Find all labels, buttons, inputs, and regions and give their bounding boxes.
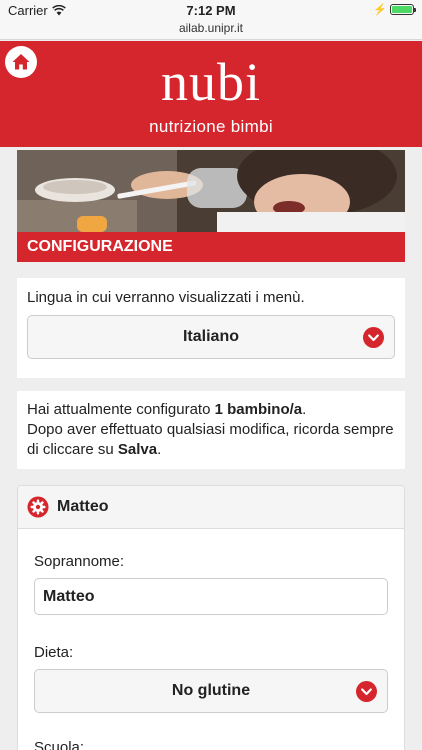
- child-panel: Matteo Soprannome: Matteo Dieta: No glut…: [17, 485, 405, 750]
- gear-icon[interactable]: [27, 496, 49, 518]
- chevron-down-icon: [363, 327, 384, 348]
- battery-charging-icon: ⚡: [373, 4, 387, 16]
- info-line2-suffix: .: [157, 441, 162, 458]
- school-label: Scuola:: [34, 739, 85, 750]
- battery-icon: [390, 4, 416, 15]
- save-keyword: Salva: [117, 441, 158, 458]
- brand-tagline: nutrizione bimbi: [149, 117, 273, 136]
- info-line1-suffix: .: [302, 401, 307, 418]
- info-card: Hai attualmente configurato 1 bambino/a.…: [17, 391, 405, 469]
- status-bar: Carrier 7:12 PM ⚡ ailab.unipr.it: [0, 0, 422, 40]
- info-line1-prefix: Hai attualmente configurato: [27, 401, 215, 418]
- banner-photo-art: [17, 150, 405, 232]
- battery-fill: [392, 6, 412, 13]
- nickname-label: Soprannome:: [34, 553, 125, 570]
- clock: 7:12 PM: [186, 3, 236, 18]
- brand-logo: nubi: [160, 52, 261, 112]
- banner-photo: [17, 150, 405, 232]
- child-panel-header[interactable]: Matteo: [18, 486, 404, 529]
- browser-url[interactable]: ailab.unipr.it: [0, 21, 422, 35]
- battery-group: ⚡: [373, 3, 416, 16]
- language-label: Lingua in cui verranno visualizzati i me…: [27, 289, 305, 306]
- diet-select[interactable]: No glutine: [34, 669, 388, 713]
- nickname-input[interactable]: Matteo: [34, 578, 388, 615]
- language-card: Lingua in cui verranno visualizzati i me…: [17, 278, 405, 378]
- info-line2: Dopo aver effettuato qualsiasi modifica,…: [27, 421, 394, 458]
- section-title-bar: CONFIGURAZIONE: [17, 232, 405, 262]
- diet-label: Dieta:: [34, 644, 74, 661]
- language-select-value: Italiano: [182, 328, 239, 345]
- info-text: Hai attualmente configurato 1 bambino/a.…: [27, 400, 399, 460]
- app-header: nubi nutrizione bimbi: [0, 41, 422, 147]
- child-count: 1 bambino/a: [214, 401, 303, 418]
- chevron-down-icon: [356, 681, 377, 702]
- language-select[interactable]: Italiano: [27, 315, 395, 359]
- diet-select-value: No glutine: [171, 682, 251, 699]
- child-name-title: Matteo: [57, 498, 109, 515]
